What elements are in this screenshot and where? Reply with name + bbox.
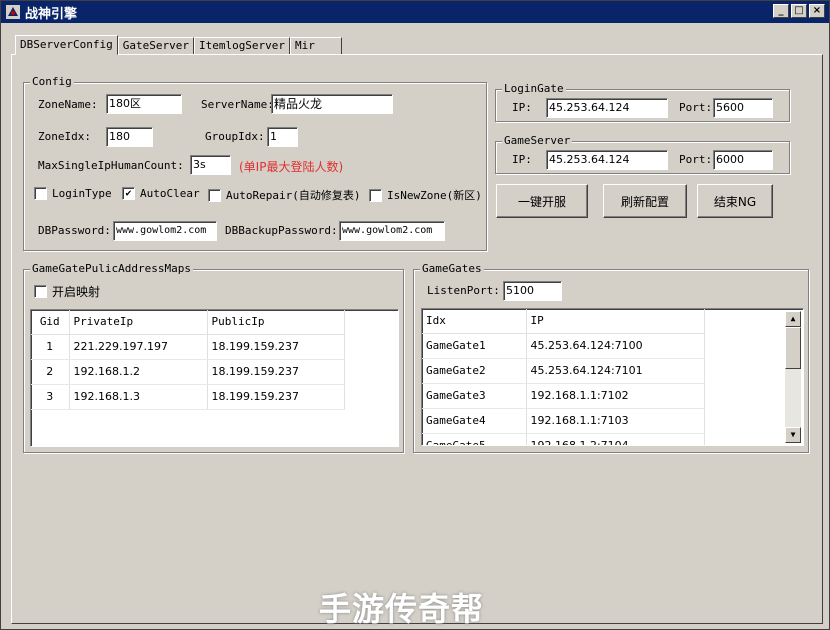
- zone-idx-label: ZoneIdx:: [38, 130, 91, 143]
- listen-port-input[interactable]: 5100: [503, 281, 562, 301]
- server-name-label: ServerName:: [201, 98, 274, 111]
- app-icon: [5, 4, 21, 20]
- cell-private-ip: 192.168.1.2: [69, 359, 208, 385]
- cell-ip: 192.168.1.1:7103: [526, 408, 705, 434]
- tab-mir[interactable]: Mir: [290, 37, 343, 55]
- table-row[interactable]: 2 192.168.1.2 18.199.159.237: [31, 359, 345, 385]
- title-bar[interactable]: 战神引擎 _ □ ×: [1, 1, 829, 23]
- cell-public-ip: 18.199.159.237: [207, 384, 345, 410]
- login-gate-port-label: Port:: [679, 101, 713, 114]
- tab-dbserverconfig[interactable]: DBServerConfig: [15, 35, 118, 55]
- cell-private-ip: 192.168.1.3: [69, 384, 208, 410]
- login-type-checkbox[interactable]: LoginType: [34, 187, 112, 200]
- cell-public-ip: 18.199.159.237: [207, 334, 345, 360]
- end-ng-button[interactable]: 结束NG: [697, 184, 773, 218]
- window-title: 战神引擎: [25, 6, 78, 22]
- checkbox-box[interactable]: [369, 188, 382, 202]
- close-button[interactable]: ×: [809, 4, 825, 18]
- login-gate-title: LoginGate: [502, 82, 566, 95]
- column-header-private-ip[interactable]: PrivateIp: [69, 310, 208, 335]
- table-row[interactable]: GameGate4 192.168.1.1:7103: [422, 408, 705, 434]
- group-idx-label: GroupIdx:: [205, 130, 265, 143]
- checkbox-box[interactable]: [34, 187, 47, 200]
- login-gate-ip-label: IP:: [512, 101, 532, 114]
- max-single-ip-note: (单IP最大登陆人数): [239, 160, 344, 174]
- column-header-ip[interactable]: IP: [526, 309, 705, 334]
- cell-gid: 3: [31, 384, 70, 410]
- scroll-thumb[interactable]: [785, 327, 801, 369]
- maximize-button[interactable]: □: [791, 4, 807, 18]
- tab-gateserver[interactable]: GateServer: [117, 37, 194, 55]
- config-group-title: Config: [30, 75, 74, 88]
- zone-name-input[interactable]: 180区: [106, 94, 182, 114]
- checkbox-label: AutoClear: [140, 187, 200, 200]
- cell-idx: GameGate4: [422, 408, 527, 434]
- checkbox-label: LoginType: [52, 187, 112, 200]
- checkbox-label: IsNewZone(新区): [387, 189, 482, 202]
- cell-ip: 192.168.1.1:7102: [526, 383, 705, 409]
- game-server-ip-input[interactable]: 45.253.64.124: [546, 150, 668, 170]
- address-maps-title: GameGatePulicAddressMaps: [30, 262, 193, 275]
- game-server-port-input[interactable]: 6000: [713, 150, 773, 170]
- table-row[interactable]: GameGate2 45.253.64.124:7101: [422, 358, 705, 384]
- table-row[interactable]: GameGate5 192.168.1.2:7104: [422, 433, 705, 445]
- game-server-ip-label: IP:: [512, 153, 532, 166]
- checkbox-box[interactable]: [208, 188, 221, 202]
- group-idx-input[interactable]: 1: [267, 127, 298, 147]
- table-row[interactable]: 3 192.168.1.3 18.199.159.237: [31, 384, 345, 410]
- cell-gid: 2: [31, 359, 70, 385]
- cell-private-ip: 221.229.197.197: [69, 334, 208, 360]
- column-header-idx[interactable]: Idx: [422, 309, 527, 334]
- is-new-zone-checkbox[interactable]: IsNewZone(新区): [369, 187, 482, 203]
- listen-port-label: ListenPort:: [427, 284, 500, 297]
- server-name-input[interactable]: 精品火龙: [271, 94, 393, 114]
- checkbox-box[interactable]: [34, 285, 47, 298]
- column-header-gid[interactable]: Gid: [31, 310, 70, 335]
- max-single-ip-label: MaxSingleIpHumanCount:: [38, 159, 184, 172]
- auto-repair-checkbox[interactable]: AutoRepair(自动修复表): [208, 187, 360, 203]
- checkbox-label: 开启映射: [52, 285, 101, 299]
- login-gate-port-input[interactable]: 5600: [713, 98, 773, 118]
- cell-idx: GameGate3: [422, 383, 527, 409]
- enable-mapping-checkbox[interactable]: 开启映射: [34, 283, 100, 300]
- cell-idx: GameGate1: [422, 333, 527, 359]
- db-backup-password-input[interactable]: www.gowlom2.com: [339, 221, 445, 241]
- cell-idx: GameGate5: [422, 433, 527, 445]
- scroll-up-icon[interactable]: ▲: [785, 311, 801, 327]
- tab-strip: DBServerConfig GateServer ItemlogServer …: [15, 35, 343, 55]
- db-password-input[interactable]: www.gowlom2.com: [113, 221, 217, 241]
- one-click-start-button[interactable]: 一键开服: [496, 184, 588, 218]
- db-backup-password-label: DBBackupPassword:: [225, 224, 338, 237]
- zone-name-label: ZoneName:: [38, 98, 98, 111]
- main-window: 战神引擎 _ □ × DBServerConfig GateServer Ite…: [0, 0, 830, 630]
- tab-itemlogserver[interactable]: ItemlogServer: [193, 37, 291, 55]
- refresh-config-button[interactable]: 刷新配置: [603, 184, 687, 218]
- db-password-label: DBPassword:: [38, 224, 111, 237]
- cell-gid: 1: [31, 334, 70, 360]
- address-maps-table[interactable]: Gid PrivateIp PublicIp 1 221.229.197.197…: [30, 309, 399, 447]
- auto-clear-checkbox[interactable]: ✔ AutoClear: [122, 187, 200, 200]
- column-header-public-ip[interactable]: PublicIp: [207, 310, 345, 335]
- cell-ip: 192.168.1.2:7104: [526, 433, 705, 445]
- game-server-title: GameServer: [502, 134, 573, 147]
- checkbox-label: AutoRepair(自动修复表): [226, 189, 361, 202]
- checkmark-icon[interactable]: ✔: [122, 187, 135, 200]
- minimize-button[interactable]: _: [773, 4, 789, 18]
- table-row[interactable]: 1 221.229.197.197 18.199.159.237: [31, 334, 345, 360]
- game-server-port-label: Port:: [679, 153, 713, 166]
- cell-ip: 45.253.64.124:7101: [526, 358, 705, 384]
- cell-ip: 45.253.64.124:7100: [526, 333, 705, 359]
- game-gates-table[interactable]: Idx IP GameGate1 45.253.64.124:7100 Game…: [421, 308, 804, 446]
- zone-idx-input[interactable]: 180: [106, 127, 153, 147]
- scroll-down-icon[interactable]: ▼: [785, 427, 801, 443]
- game-gates-title: GameGates: [420, 262, 484, 275]
- cell-public-ip: 18.199.159.237: [207, 359, 345, 385]
- login-gate-ip-input[interactable]: 45.253.64.124: [546, 98, 668, 118]
- max-single-ip-input[interactable]: 3s: [190, 155, 231, 175]
- vertical-scrollbar[interactable]: ▲ ▼: [785, 311, 801, 443]
- table-row[interactable]: GameGate1 45.253.64.124:7100: [422, 333, 705, 359]
- watermark: 手游传奇帮: [319, 590, 485, 628]
- table-row[interactable]: GameGate3 192.168.1.1:7102: [422, 383, 705, 409]
- cell-idx: GameGate2: [422, 358, 527, 384]
